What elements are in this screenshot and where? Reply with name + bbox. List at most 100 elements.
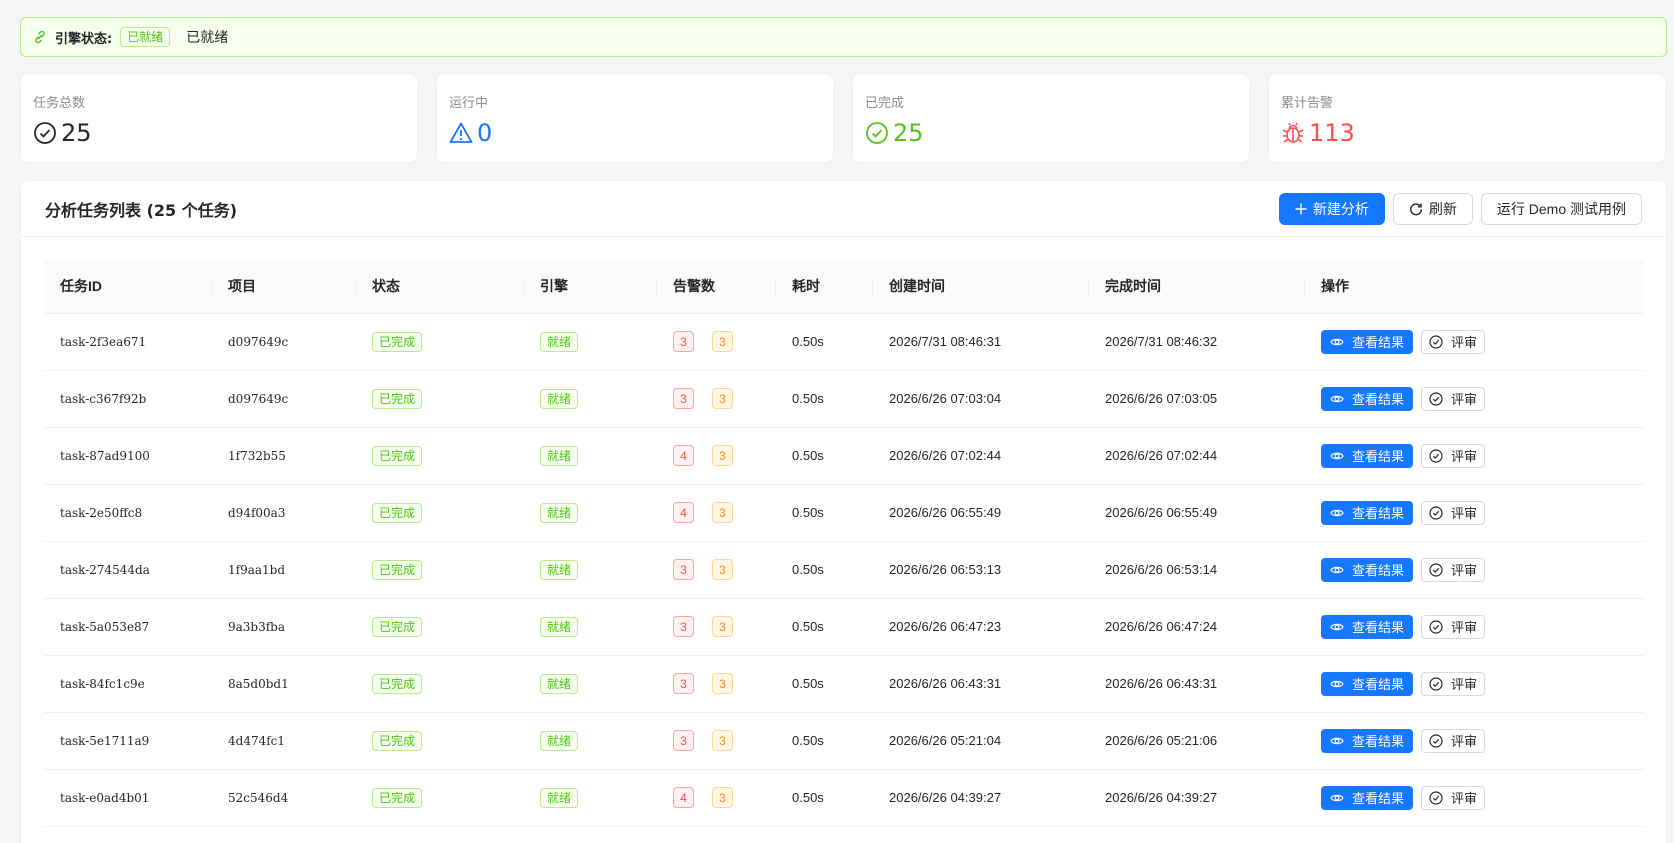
- check-circle-icon: [1429, 334, 1443, 349]
- view-result-button[interactable]: 查看结果: [1321, 443, 1414, 468]
- view-result-label: 查看结果: [1352, 392, 1405, 407]
- task-id-cell: task-5e1711a9: [44, 712, 212, 770]
- check-circle-icon: [1429, 448, 1443, 463]
- project-cell: 52c546d4: [212, 769, 356, 827]
- alert-count-red-tag: 3: [673, 730, 694, 751]
- view-result-button[interactable]: 查看结果: [1321, 500, 1414, 525]
- alert-count-red-tag: 4: [673, 445, 694, 466]
- eye-icon: [1330, 794, 1344, 801]
- eye-icon: [1330, 509, 1344, 516]
- table-row: task-2f3ea671 d097649c 已完成 就绪 3 3 0.50s 2026/7/…: [44, 313, 1644, 371]
- alerts-cell: 43: [657, 484, 776, 542]
- status-tag: 已完成: [372, 331, 423, 352]
- engine-tag: 就绪: [540, 502, 579, 523]
- alert-count-orange-tag: 3: [712, 445, 733, 466]
- review-button[interactable]: 评审: [1421, 728, 1486, 753]
- review-button[interactable]: 评审: [1421, 785, 1486, 810]
- engine-status-bar: 引擎状态: 已就绪 已就绪: [20, 17, 1667, 57]
- view-result-label: 查看结果: [1352, 620, 1405, 635]
- review-button[interactable]: 评审: [1421, 329, 1486, 354]
- eye-icon: [1330, 623, 1344, 630]
- check-circle-icon: [1429, 619, 1443, 634]
- eye-icon: [1330, 338, 1344, 345]
- refresh-icon: [1409, 202, 1422, 215]
- check-circle-icon: [866, 122, 888, 144]
- actions-cell: 查看结果 评审: [1305, 712, 1644, 770]
- refresh-label: 刷新: [1428, 200, 1457, 217]
- table-row: task-2e50ffc8 d94f00a3 已完成 就绪 4 3 0.50s 2026/6/…: [44, 484, 1644, 542]
- project-cell: 9a3b3fba: [212, 598, 356, 656]
- created-time-cell: 2026/6/26 05:21:04: [873, 712, 1089, 770]
- table-row: task-c367f92b d097649c 已完成 就绪 3 3 0.50s 2026/6/…: [44, 370, 1644, 428]
- status-cell: 已完成: [356, 427, 524, 485]
- review-button[interactable]: 评审: [1421, 443, 1486, 468]
- view-result-button[interactable]: 查看结果: [1321, 785, 1414, 810]
- actions-cell: 查看结果 评审: [1305, 313, 1644, 371]
- engine-cell: 就绪: [524, 655, 657, 713]
- stat-title: 已完成: [865, 96, 905, 111]
- review-button[interactable]: 评审: [1421, 386, 1486, 411]
- review-button[interactable]: 评审: [1421, 557, 1486, 582]
- check-circle-icon: [1429, 505, 1443, 520]
- actions-cell: 查看结果 评审: [1305, 541, 1644, 599]
- view-result-button[interactable]: 查看结果: [1321, 671, 1414, 696]
- refresh-button[interactable]: 刷新: [1392, 192, 1473, 225]
- finished-time-cell: 2026/6/26 06:55:49: [1089, 484, 1305, 542]
- status-cell: 已完成: [356, 313, 524, 371]
- view-result-button[interactable]: 查看结果: [1321, 329, 1414, 354]
- view-result-label: 查看结果: [1352, 734, 1405, 749]
- table-row: task-5e1711a9 4d474fc1 已完成 就绪 3 3 0.50s 2026/6/…: [44, 712, 1644, 770]
- engine-cell: 就绪: [524, 712, 657, 770]
- table-row: task-87ad9100 1f732b55 已完成 就绪 4 3 0.50s 2026/6/…: [44, 427, 1644, 485]
- review-label: 评审: [1451, 734, 1478, 749]
- stat-card-completed: 已完成 25: [852, 73, 1250, 163]
- view-result-label: 查看结果: [1352, 791, 1405, 806]
- view-result-button[interactable]: 查看结果: [1321, 557, 1414, 582]
- column-header-actions: 操作: [1305, 259, 1644, 314]
- duration-cell: 0.50s: [776, 427, 873, 485]
- task-id-cell: task-c367f92b: [44, 370, 212, 428]
- run-demo-button[interactable]: 运行 Demo 测试用例: [1480, 192, 1642, 225]
- review-button[interactable]: 评审: [1421, 500, 1486, 525]
- column-header-alerts: 告警数: [657, 259, 776, 314]
- task-id-cell: task-e0ad4b01: [44, 769, 212, 827]
- status-cell: 已完成: [356, 541, 524, 599]
- created-time-cell: 2026/6/26 06:55:49: [873, 484, 1089, 542]
- duration-cell: 0.50s: [776, 484, 873, 542]
- alert-count-red-tag: 3: [673, 673, 694, 694]
- finished-time-cell: 2026/6/26 05:21:06: [1089, 712, 1305, 770]
- project-cell: 1f9aa1bd: [212, 541, 356, 599]
- finished-time-cell: 2026/6/26 06:43:31: [1089, 655, 1305, 713]
- actions-cell: 查看结果 评审: [1305, 370, 1644, 428]
- stat-card-alerts: 累计告警 113: [1268, 73, 1666, 163]
- duration-cell: 0.50s: [776, 313, 873, 371]
- actions-cell: 查看结果 评审: [1305, 769, 1644, 827]
- created-time-cell: 2026/6/26 07:03:04: [873, 370, 1089, 428]
- created-time-cell: 2026/6/26 06:47:23: [873, 598, 1089, 656]
- status-tag: 已完成: [372, 616, 423, 637]
- engine-cell: 就绪: [524, 541, 657, 599]
- status-tag: 已完成: [372, 559, 423, 580]
- link-icon: [33, 30, 47, 44]
- new-analysis-button[interactable]: 新建分析: [1278, 192, 1385, 225]
- check-circle-icon: [1429, 562, 1443, 577]
- status-cell: 已完成: [356, 712, 524, 770]
- view-result-button[interactable]: 查看结果: [1321, 386, 1414, 411]
- engine-tag: 就绪: [540, 787, 579, 808]
- alert-count-orange-tag: 3: [712, 673, 733, 694]
- view-result-button[interactable]: 查看结果: [1321, 614, 1414, 639]
- alerts-cell: 33: [657, 655, 776, 713]
- engine-cell: 就绪: [524, 427, 657, 485]
- duration-cell: 0.50s: [776, 712, 873, 770]
- review-label: 评审: [1451, 449, 1478, 464]
- engine-tag: 就绪: [540, 616, 579, 637]
- status-cell: 已完成: [356, 370, 524, 428]
- alert-count-orange-tag: 3: [712, 616, 733, 637]
- review-label: 评审: [1451, 392, 1478, 407]
- review-button[interactable]: 评审: [1421, 671, 1486, 696]
- view-result-button[interactable]: 查看结果: [1321, 728, 1414, 753]
- panel-title: 分析任务列表 (25 个任务): [45, 200, 238, 220]
- review-button[interactable]: 评审: [1421, 614, 1486, 639]
- plus-icon: [1295, 203, 1307, 214]
- alerts-cell: 33: [657, 712, 776, 770]
